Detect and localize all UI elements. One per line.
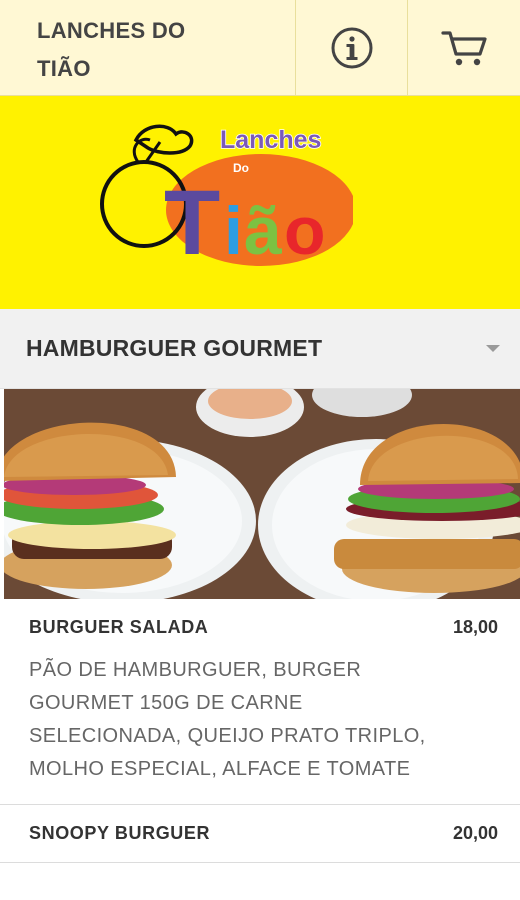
menu-item-header: BURGUER SALADA 18,00: [29, 617, 498, 638]
top-bar: LANCHES DO TIÃO: [0, 0, 520, 96]
category-photo: [4, 389, 520, 599]
chevron-down-icon: [486, 345, 500, 352]
burger-photo-illustration: [4, 389, 520, 599]
menu-item[interactable]: SNOOPY BURGUER 20,00: [0, 805, 520, 863]
menu-item-header: SNOOPY BURGUER 20,00: [29, 823, 498, 844]
menu-item-price: 18,00: [452, 617, 498, 637]
logo-letter-i: i: [224, 193, 243, 268]
logo-word-top: Lanches: [220, 126, 321, 154]
category-header[interactable]: HAMBURGUER GOURMET: [0, 309, 520, 389]
logo-letter-t: T: [164, 172, 220, 268]
info-button[interactable]: [296, 0, 409, 96]
logo-letter-o: o: [284, 193, 326, 268]
store-logo: Lanches Do T i ã o: [100, 124, 353, 268]
menu-item-description: PÃO DE HAMBURGUER, BURGER GOURMET 150G D…: [29, 659, 426, 780]
menu-item-price: 20,00: [452, 823, 498, 843]
category-title: HAMBURGUER GOURMET: [26, 335, 323, 361]
menu-item-name: SNOOPY BURGUER: [29, 823, 211, 843]
store-name: LANCHES DO TIÃO: [0, 0, 297, 96]
cart-button[interactable]: [408, 0, 520, 96]
menu-item[interactable]: BURGUER SALADA 18,00 PÃO DE HAMBURGUER, …: [0, 599, 520, 805]
logo-word-mid: Do: [233, 161, 249, 175]
logo-letter-a: ã: [244, 193, 282, 268]
shopping-cart-icon: [441, 31, 487, 66]
menu-item-name: BURGUER SALADA: [29, 617, 209, 637]
store-banner: Lanches Do T i ã o: [0, 96, 520, 309]
store-name-line-2: TIÃO: [37, 56, 91, 81]
info-circle-icon: [331, 27, 373, 69]
store-name-line-1: LANCHES DO: [37, 18, 186, 43]
menu-item-list: BURGUER SALADA 18,00 PÃO DE HAMBURGUER, …: [0, 599, 520, 863]
